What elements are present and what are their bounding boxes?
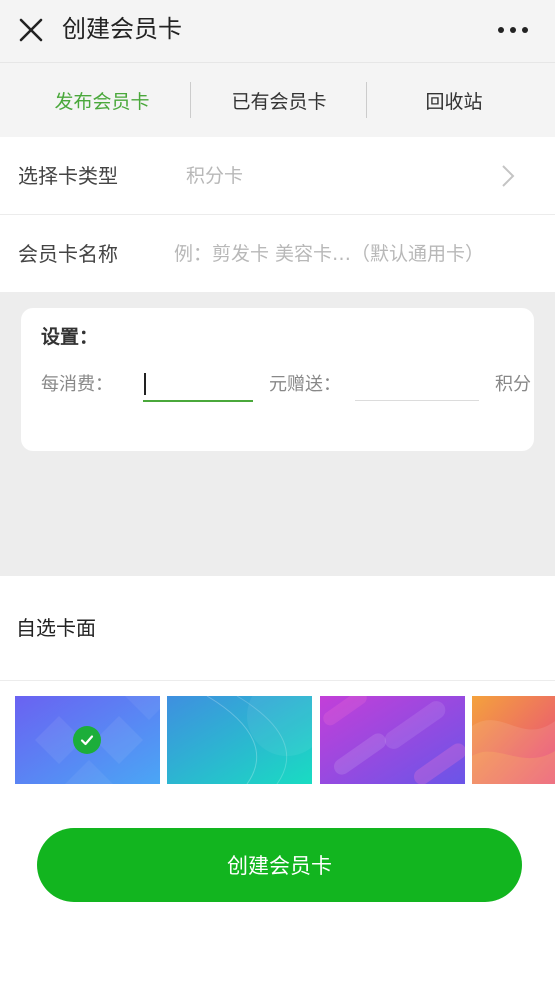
create-card-button[interactable]: 创建会员卡 [37, 828, 522, 902]
card-face-option[interactable] [472, 696, 555, 784]
card-face-option[interactable] [15, 696, 160, 784]
card-face-title: 自选卡面 [16, 616, 96, 640]
points-unit-label: 积分 [495, 374, 531, 395]
tab-publish-card[interactable]: 发布会员卡 [10, 63, 194, 137]
top-bar: 创建会员卡 [0, 0, 555, 63]
card-name-input[interactable] [174, 236, 544, 272]
card-face-option[interactable] [167, 696, 312, 784]
spend-label: 每消费： [41, 374, 113, 395]
card-face-purple [320, 696, 465, 784]
card-name-label: 会员卡名称 [18, 242, 118, 266]
card-type-label: 选择卡类型 [18, 164, 118, 188]
close-icon[interactable] [14, 13, 48, 47]
chevron-right-icon [502, 165, 515, 187]
card-face-option[interactable] [320, 696, 465, 784]
points-rule-row: 每消费： 元赠送： 积分 [41, 370, 531, 402]
divider [0, 680, 555, 681]
text-cursor [144, 373, 146, 395]
card-type-value: 积分卡 [186, 165, 244, 187]
selected-check-icon [73, 726, 101, 754]
gift-label: 元赠送： [269, 374, 341, 395]
card-face-teal [167, 696, 312, 784]
page-title: 创建会员卡 [62, 15, 182, 43]
tab-recycle-bin[interactable]: 回收站 [362, 63, 546, 137]
tab-bar: 发布会员卡 已有会员卡 回收站 [0, 63, 555, 137]
card-name-row: 会员卡名称 [0, 215, 555, 293]
gift-points-input[interactable] [355, 370, 479, 401]
card-type-row[interactable]: 选择卡类型 积分卡 [0, 137, 555, 215]
settings-title: 设置： [41, 326, 99, 348]
spend-amount-input[interactable] [143, 370, 253, 402]
tab-existing-cards[interactable]: 已有会员卡 [187, 63, 371, 137]
settings-card: 设置： 每消费： 元赠送： 积分 [21, 308, 534, 451]
card-face-orange-pink [472, 696, 555, 784]
more-options-icon[interactable] [493, 13, 533, 47]
